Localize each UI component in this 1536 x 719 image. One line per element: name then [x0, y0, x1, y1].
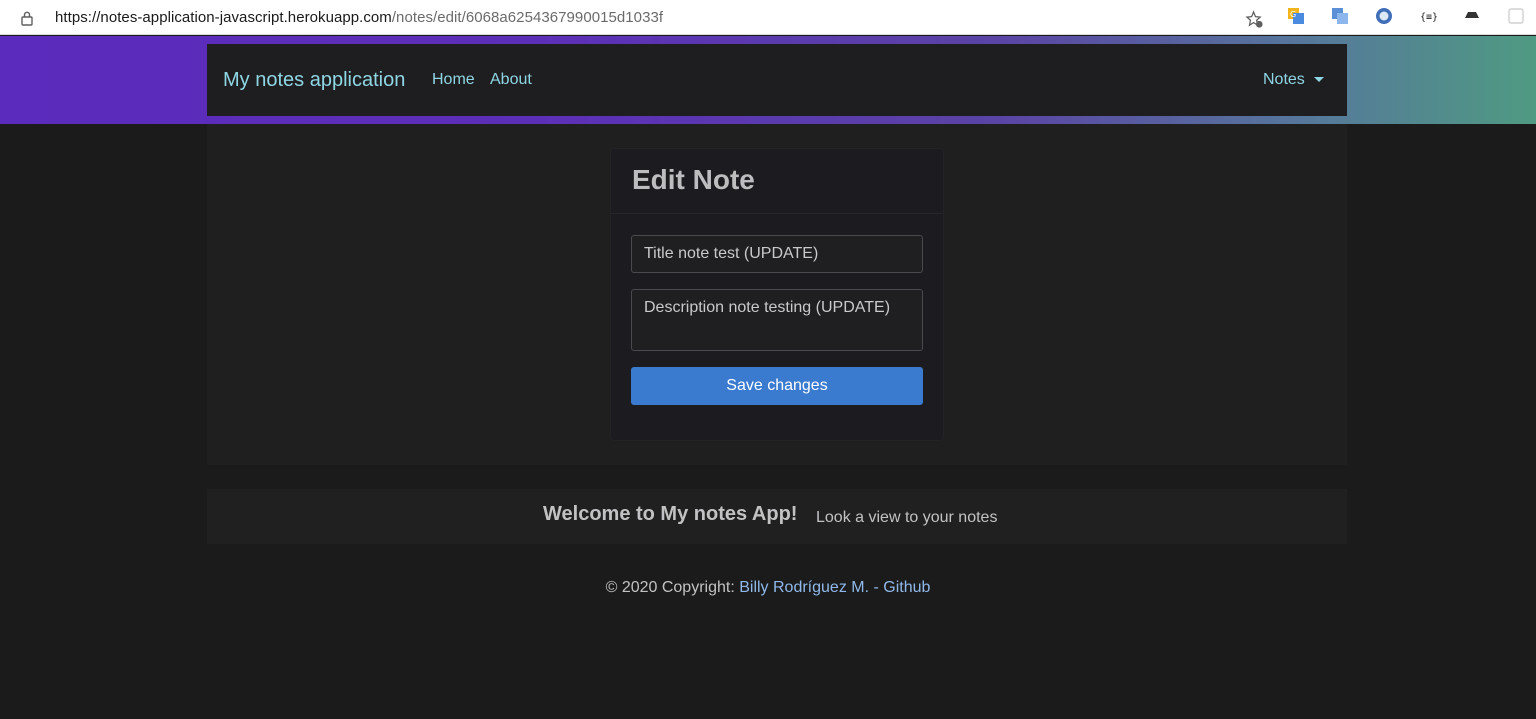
nav-link-about[interactable]: About — [490, 71, 532, 89]
url-text: https://notes-application-javascript.her… — [55, 9, 663, 26]
github-link[interactable]: Billy Rodríguez M. - Github — [739, 579, 930, 596]
card-header: Edit Note — [611, 149, 943, 214]
edit-note-card: Edit Note Description note testing (UPDA… — [610, 148, 944, 441]
chevron-down-icon[interactable] — [1314, 77, 1324, 82]
json-viewer-icon[interactable]: {≡} — [1419, 7, 1437, 25]
footer-welcome: Welcome to My notes App! — [543, 503, 798, 525]
address-bar[interactable]: https://notes-application-javascript.her… — [6, 3, 1268, 31]
copyright: © 2020 Copyright: Billy Rodríguez M. - G… — [0, 579, 1536, 597]
nav-link-home[interactable]: Home — [432, 71, 475, 89]
lock-icon — [21, 11, 33, 26]
footer-tagline: Look a view to your notes — [816, 509, 998, 526]
title-input[interactable] — [631, 235, 923, 273]
translate-page-icon[interactable] — [1331, 7, 1349, 25]
browser-toolbar: https://notes-application-javascript.her… — [0, 0, 1536, 35]
extension-icon[interactable] — [1507, 7, 1525, 25]
favorite-star-icon[interactable] — [1245, 10, 1264, 29]
svg-text:G: G — [1290, 10, 1296, 19]
page-title: Edit Note — [632, 164, 755, 195]
navbar: My notes application Home About Notes — [207, 44, 1347, 116]
incognito-icon[interactable] — [1463, 7, 1481, 25]
description-textarea[interactable]: Description note testing (UPDATE) — [631, 289, 923, 351]
circle-extension-icon[interactable] — [1375, 7, 1393, 25]
navbar-brand[interactable]: My notes application — [223, 69, 405, 92]
url-host: https://notes-application-javascript.her… — [55, 9, 392, 26]
save-changes-button[interactable]: Save changes — [631, 367, 923, 405]
translate-extension-icon[interactable]: G — [1287, 7, 1305, 25]
svg-text:{≡}: {≡} — [1420, 12, 1437, 23]
copyright-text: © 2020 Copyright: — [605, 579, 740, 596]
notes-dropdown-toggle[interactable]: Notes — [1263, 71, 1305, 89]
main-container: Edit Note Description note testing (UPDA… — [207, 124, 1347, 465]
url-path: /notes/edit/6068a6254367990015d1033f — [391, 9, 664, 26]
footer-strip: Welcome to My notes App! Look a view to … — [207, 489, 1347, 544]
